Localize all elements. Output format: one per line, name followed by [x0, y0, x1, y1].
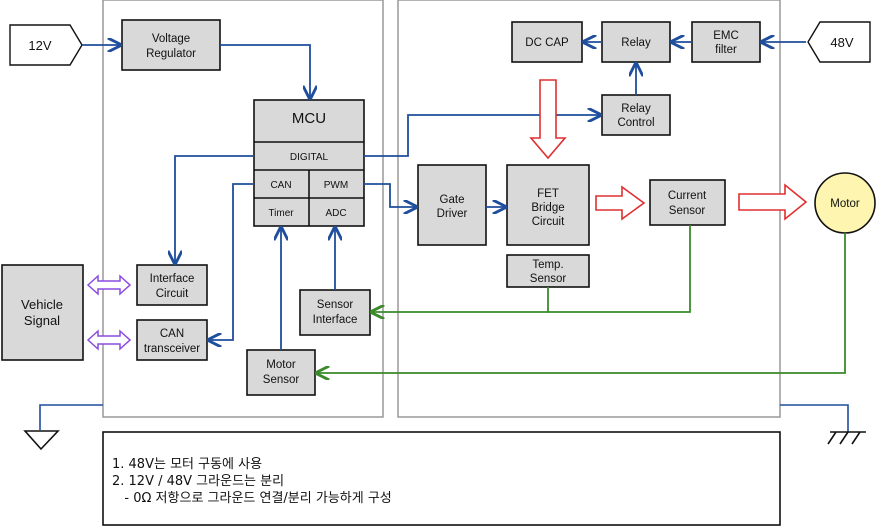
ground-12v-icon [23, 404, 103, 451]
svg-text:Gate: Gate [440, 194, 465, 206]
svg-text:48V: 48V [830, 35, 853, 50]
emc-filter-block: EMC filter [691, 21, 761, 63]
bus-arrows [86, 274, 132, 351]
svg-text:MCU: MCU [292, 110, 326, 127]
svg-text:Voltage: Voltage [152, 33, 190, 45]
svg-text:transceiver: transceiver [144, 343, 200, 355]
svg-text:FET: FET [537, 188, 559, 200]
svg-text:Circuit: Circuit [532, 216, 565, 228]
svg-text:Motor: Motor [830, 198, 860, 210]
svg-text:CAN: CAN [160, 328, 184, 340]
can-transceiver-block: CAN transceiver [136, 319, 208, 361]
svg-text:12V: 12V [28, 38, 51, 53]
svg-text:CAN: CAN [270, 180, 291, 191]
motor-block: Motor [814, 172, 876, 234]
mcu-block: MCU DIGITAL CAN PWM Timer ADC [253, 99, 365, 227]
current-sensor-block: Current Sensor [649, 179, 726, 226]
svg-text:EMC: EMC [713, 30, 739, 42]
relay-control-block: Relay Control [601, 94, 671, 136]
dc-cap-block: DC CAP [511, 21, 583, 63]
svg-text:Relay: Relay [621, 37, 651, 49]
vehicle-signal-block: VehicleSignal [1, 264, 84, 361]
svg-text:1. 48V는 모터 구동에 사용: 1. 48V는 모터 구동에 사용 [112, 457, 262, 472]
motor-sensor-block: Motor Sensor [246, 349, 316, 396]
svg-text:Signal: Signal [24, 313, 60, 328]
interface-circuit-block: Interface Circuit [136, 264, 208, 306]
svg-text:Sensor: Sensor [530, 273, 567, 285]
svg-text:filter: filter [715, 44, 737, 56]
gate-driver-block: Gate Driver [417, 164, 487, 246]
svg-text:PWM: PWM [324, 180, 348, 191]
fet-bridge-block: FET Bridge Circuit [506, 164, 590, 246]
svg-text:Current: Current [668, 190, 707, 202]
svg-text:Interface: Interface [150, 273, 195, 285]
input-12v: 12V [9, 24, 83, 66]
notes-box: 1. 48V는 모터 구동에 사용 2. 12V / 48V 그라운드는 분리 … [102, 431, 781, 526]
svg-text:DC CAP: DC CAP [525, 37, 569, 49]
voltage-regulator-block: Voltage Regulator [121, 19, 221, 71]
svg-text:2. 12V / 48V 그라운드는 분리: 2. 12V / 48V 그라운드는 분리 [112, 474, 284, 489]
svg-text:Sensor: Sensor [317, 299, 354, 311]
svg-text:Motor: Motor [266, 359, 296, 371]
sensor-interface-block: Sensor Interface [299, 289, 371, 336]
temp-sensor-block: Temp. Sensor [506, 254, 590, 288]
svg-text:Bridge: Bridge [531, 202, 564, 214]
svg-text:ADC: ADC [325, 208, 346, 219]
block-diagram: 12V 48V Voltage Regulator MCU DIGITAL CAN… [1, 0, 876, 526]
svg-text:Sensor: Sensor [669, 205, 706, 217]
svg-text:Regulator: Regulator [146, 48, 196, 60]
svg-text:Timer: Timer [268, 208, 294, 219]
svg-text:Driver: Driver [437, 208, 468, 220]
svg-text:Vehicle: Vehicle [21, 297, 63, 312]
svg-text:Sensor: Sensor [263, 374, 300, 386]
svg-text:- 0Ω 저항으로 그라운드 연결/분리 가능하게 구성: - 0Ω 저항으로 그라운드 연결/분리 가능하게 구성 [112, 491, 392, 506]
relay-block: Relay [601, 21, 671, 63]
svg-text:Circuit: Circuit [156, 288, 189, 300]
input-48v: 48V [807, 21, 871, 63]
svg-text:Relay: Relay [621, 103, 651, 115]
svg-text:DIGITAL: DIGITAL [290, 152, 329, 163]
feedback-lines [317, 225, 846, 373]
svg-text:Control: Control [617, 117, 654, 129]
svg-text:Temp.: Temp. [532, 259, 563, 271]
svg-text:Interface: Interface [313, 314, 358, 326]
ground-48v-icon [780, 404, 866, 445]
